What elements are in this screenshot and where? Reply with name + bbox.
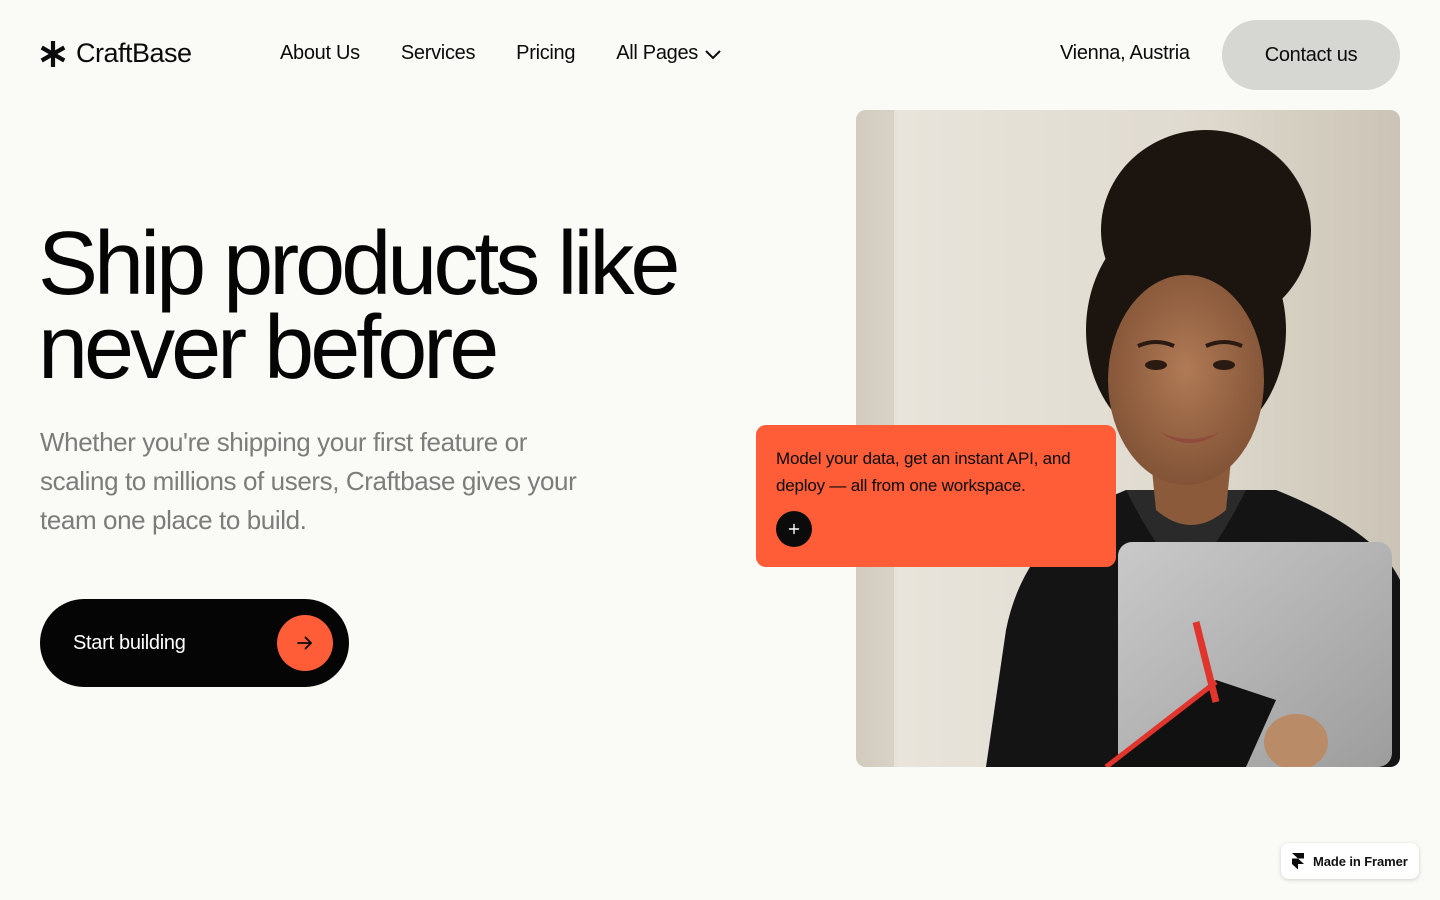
brand-logo[interactable]: CraftBase (40, 38, 192, 69)
contact-us-button[interactable]: Contact us (1222, 20, 1400, 90)
cta-arrow-circle (277, 615, 333, 671)
plus-icon (788, 523, 800, 535)
start-building-label: Start building (73, 631, 186, 654)
nav-dropdown-label: All Pages (616, 42, 699, 64)
feature-card-text: Model your data, get an instant API, and… (776, 449, 1071, 495)
feature-card: Model your data, get an instant API, and… (756, 425, 1116, 567)
site-header: CraftBase About Us Services Pricing All … (0, 0, 1440, 110)
framer-logo-icon (1292, 853, 1304, 870)
hero-title: Ship products like never before (38, 219, 798, 393)
main-nav: About Us Services Pricing All Pages (280, 42, 722, 65)
nav-link-pricing[interactable]: Pricing (516, 42, 575, 65)
chevron-down-icon (705, 49, 721, 59)
feature-card-expand-button[interactable] (776, 511, 812, 547)
nav-dropdown-all-pages[interactable]: All Pages (616, 42, 722, 65)
asterisk-icon (40, 40, 66, 67)
hero-subtitle: Whether you're shipping your first featu… (40, 427, 577, 535)
made-in-framer-badge[interactable]: Made in Framer (1281, 843, 1419, 879)
made-in-framer-label: Made in Framer (1313, 853, 1408, 869)
nav-link-about-us[interactable]: About Us (280, 42, 360, 65)
arrow-right-icon (297, 636, 312, 650)
location-text: Vienna, Austria (1060, 42, 1190, 64)
brand-name: CraftBase (76, 38, 192, 68)
start-building-button[interactable]: Start building (40, 599, 349, 687)
nav-link-services[interactable]: Services (401, 42, 476, 65)
hero-title-line-2: never before (38, 298, 499, 398)
